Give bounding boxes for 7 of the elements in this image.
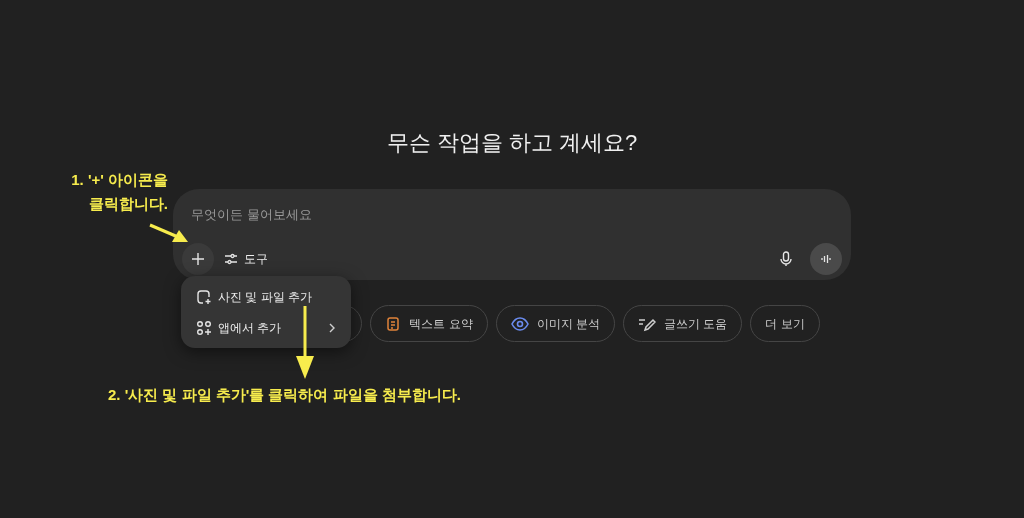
annotation: 2. '사진 및 파일 추가'를 클릭하여 파일을 첨부합니다. [108,385,461,405]
menu-item[interactable]: 앱에서 추가 [186,312,346,343]
menu-item[interactable]: 사진 및 파일 추가 [186,281,346,312]
tools-button[interactable]: 도구 [220,246,272,272]
prompt-field[interactable]: 무엇이든 물어보세요 [191,203,842,225]
annotation: 1. '+' 아이콘을 클릭합니다. [70,170,169,214]
page-heading: 무슨 작업을 하고 계세요? [386,129,638,157]
